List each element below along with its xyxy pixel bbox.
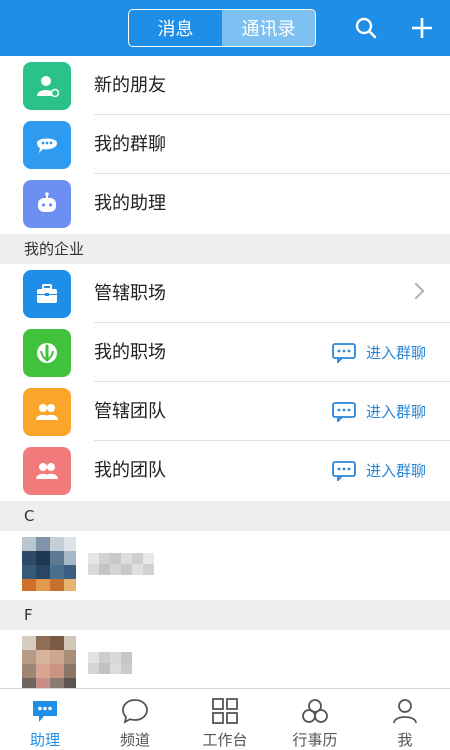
list-item-my-workplace[interactable]: 我的职场 进入群聊 <box>0 323 450 382</box>
list-item-managed-team[interactable]: 管辖团队 进入群聊 <box>0 382 450 441</box>
workbench-icon <box>209 695 241 727</box>
tab-workbench[interactable]: 工作台 <box>180 689 270 750</box>
tab-contacts[interactable]: 通讯录 <box>222 10 315 46</box>
tab-label: 助理 <box>29 731 60 749</box>
list-item-managed-workplace[interactable]: 管辖职场 <box>0 264 450 323</box>
bottom-tab-bar: 助理 频道 工作台 行事历 我 <box>0 688 450 750</box>
section-header-letter: C <box>0 501 450 531</box>
search-icon[interactable] <box>350 12 382 44</box>
tab-calendar[interactable]: 行事历 <box>270 689 360 750</box>
robot-assistant-icon <box>23 180 71 228</box>
profile-icon <box>389 695 421 727</box>
tab-label: 行事历 <box>292 731 338 749</box>
enter-group-chat-button[interactable]: 进入群聊 <box>332 382 426 441</box>
list-item-label: 我的群聊 <box>94 134 166 155</box>
briefcase-icon <box>23 270 71 318</box>
list-item-label: 我的团队 <box>94 460 166 481</box>
avatar <box>22 636 76 690</box>
tab-channel[interactable]: 频道 <box>90 689 180 750</box>
assistant-icon <box>29 695 61 727</box>
segmented-control: 消息 通讯录 <box>128 9 316 47</box>
calendar-icon <box>299 695 331 727</box>
new-friend-icon <box>23 62 71 110</box>
list-item-new-friends[interactable]: 新的朋友 <box>0 56 450 115</box>
chat-bubble-icon <box>332 342 356 363</box>
tab-assistant[interactable]: 助理 <box>0 689 90 750</box>
plus-icon[interactable] <box>406 12 438 44</box>
channel-icon <box>119 695 151 727</box>
list-item-label: 管辖职场 <box>94 283 166 304</box>
enter-group-chat-button[interactable]: 进入群聊 <box>332 441 426 500</box>
list-item-label: 我的助理 <box>94 193 166 214</box>
tab-messages[interactable]: 消息 <box>129 10 222 46</box>
list-item-my-team[interactable]: 我的团队 进入群聊 <box>0 441 450 500</box>
list-item-label: 新的朋友 <box>94 75 166 96</box>
tab-me[interactable]: 我 <box>360 689 450 750</box>
section-header-enterprise: 我的企业 <box>0 234 450 264</box>
action-label: 进入群聊 <box>365 462 426 480</box>
action-label: 进入群聊 <box>365 403 426 421</box>
contact-name-redacted <box>88 652 132 674</box>
action-label: 进入群聊 <box>365 344 426 362</box>
contact-row[interactable] <box>0 531 450 601</box>
workplace-icon <box>23 329 71 377</box>
enter-group-chat-button[interactable]: 进入群聊 <box>332 323 426 382</box>
chevron-right-icon <box>407 282 425 300</box>
tab-label: 频道 <box>119 731 150 749</box>
list-item-my-assistant[interactable]: 我的助理 <box>0 174 450 233</box>
section-header-letter: F <box>0 600 450 630</box>
list-item-group-chats[interactable]: 我的群聊 <box>0 115 450 174</box>
chat-bubble-icon <box>332 460 356 481</box>
group-chat-icon <box>23 121 71 169</box>
list-item-label: 管辖团队 <box>94 401 166 422</box>
contact-name-redacted <box>88 553 154 575</box>
team-icon <box>23 388 71 436</box>
chat-bubble-icon <box>332 401 356 422</box>
top-bar: 消息 通讯录 <box>0 0 450 56</box>
list-item-label: 我的职场 <box>94 342 166 363</box>
my-team-icon <box>23 447 71 495</box>
tab-label: 我 <box>397 731 413 749</box>
avatar <box>22 537 76 591</box>
tab-label: 工作台 <box>202 731 248 749</box>
